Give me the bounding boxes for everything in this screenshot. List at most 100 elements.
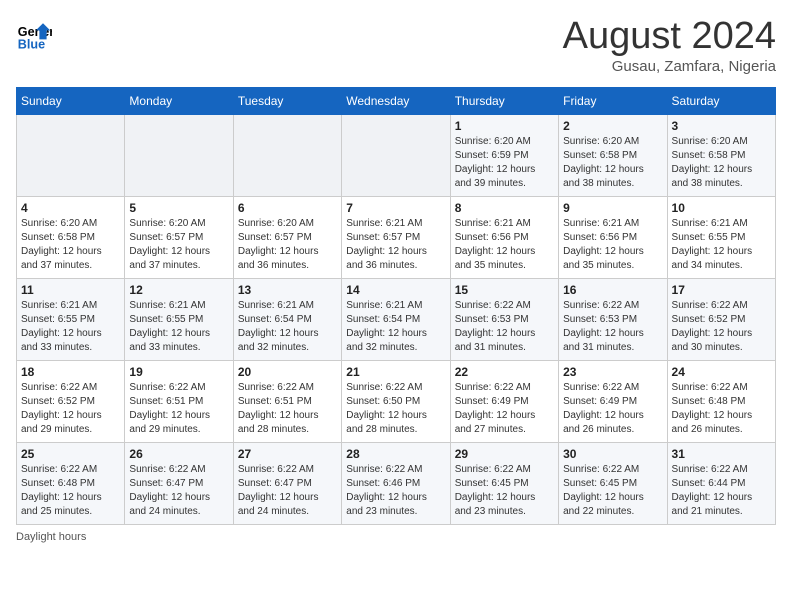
footer-label: Daylight hours [16, 531, 86, 543]
day-info: Sunrise: 6:20 AMSunset: 6:58 PMDaylight:… [672, 135, 771, 191]
calendar-cell: 3Sunrise: 6:20 AMSunset: 6:58 PMDaylight… [667, 114, 775, 196]
day-info: Sunrise: 6:21 AMSunset: 6:56 PMDaylight:… [455, 217, 554, 273]
calendar-cell: 25 Sunrise: 6:22 AMSunset: 6:48 PMDayligh… [17, 442, 125, 524]
day-number: 8 [455, 201, 554, 215]
svg-text:Blue: Blue [18, 37, 45, 51]
calendar-cell: 19Sunrise: 6:22 AMSunset: 6:51 PMDayligh… [125, 360, 233, 442]
calendar-cell: 29Sunrise: 6:22 AMSunset: 6:45 PMDayligh… [450, 442, 558, 524]
weekday-header: Saturday [667, 87, 775, 114]
day-number: 18 [21, 365, 120, 379]
footer: Daylight hours [16, 531, 776, 543]
day-info: Sunrise: 6:22 AMSunset: 6:47 PMDaylight:… [238, 463, 337, 519]
calendar-cell: 12 Sunrise: 6:21 AMSunset: 6:55 PMDayligh… [125, 278, 233, 360]
calendar-cell: 30Sunrise: 6:22 AMSunset: 6:45 PMDayligh… [559, 442, 667, 524]
weekday-header: Sunday [17, 87, 125, 114]
calendar-cell [125, 114, 233, 196]
day-number: 2 [563, 119, 662, 133]
day-info: Sunrise: 6:22 AMSunset: 6:48 PMDaylight:… [21, 463, 120, 519]
day-number: 21 [346, 365, 445, 379]
day-info: Sunrise: 6:21 AMSunset: 6:55 PMDaylight:… [672, 217, 771, 273]
location: Gusau, Zamfara, Nigeria [563, 58, 776, 75]
calendar-cell: 7 Sunrise: 6:21 AMSunset: 6:57 PMDaylight… [342, 196, 450, 278]
calendar-cell: 20Sunrise: 6:22 AMSunset: 6:51 PMDayligh… [233, 360, 341, 442]
day-info: Sunrise: 6:22 AMSunset: 6:53 PMDaylight:… [455, 299, 554, 355]
calendar-cell: 4 Sunrise: 6:20 AMSunset: 6:58 PMDaylight… [17, 196, 125, 278]
day-info: Sunrise: 6:22 AMSunset: 6:49 PMDaylight:… [563, 381, 662, 437]
day-info: Sunrise: 6:21 AMSunset: 6:54 PMDaylight:… [238, 299, 337, 355]
day-number: 12 [129, 283, 228, 297]
day-info: Sunrise: 6:21 AMSunset: 6:54 PMDaylight:… [346, 299, 445, 355]
weekday-header: Wednesday [342, 87, 450, 114]
calendar-week-row: 4 Sunrise: 6:20 AMSunset: 6:58 PMDaylight… [17, 196, 776, 278]
logo-icon: General Blue [16, 16, 52, 52]
calendar-week-row: 11 Sunrise: 6:21 AMSunset: 6:55 PMDayligh… [17, 278, 776, 360]
day-info: Sunrise: 6:20 AMSunset: 6:57 PMDaylight:… [238, 217, 337, 273]
day-number: 25 [21, 447, 120, 461]
calendar-cell: 6 Sunrise: 6:20 AMSunset: 6:57 PMDaylight… [233, 196, 341, 278]
day-number: 14 [346, 283, 445, 297]
calendar-cell: 14 Sunrise: 6:21 AMSunset: 6:54 PMDayligh… [342, 278, 450, 360]
day-number: 19 [129, 365, 228, 379]
page-header: General Blue August 2024 Gusau, Zamfara,… [16, 16, 776, 75]
day-info: Sunrise: 6:21 AMSunset: 6:55 PMDaylight:… [129, 299, 228, 355]
day-number: 24 [672, 365, 771, 379]
day-info: Sunrise: 6:21 AMSunset: 6:56 PMDaylight:… [563, 217, 662, 273]
day-number: 29 [455, 447, 554, 461]
day-info: Sunrise: 6:20 AMSunset: 6:59 PMDaylight:… [455, 135, 554, 191]
calendar-cell: 10 Sunrise: 6:21 AMSunset: 6:55 PMDayligh… [667, 196, 775, 278]
day-info: Sunrise: 6:20 AMSunset: 6:58 PMDaylight:… [563, 135, 662, 191]
day-number: 6 [238, 201, 337, 215]
day-info: Sunrise: 6:22 AMSunset: 6:46 PMDaylight:… [346, 463, 445, 519]
day-info: Sunrise: 6:22 AMSunset: 6:50 PMDaylight:… [346, 381, 445, 437]
calendar-cell: 28 Sunrise: 6:22 AMSunset: 6:46 PMDayligh… [342, 442, 450, 524]
calendar-cell: 13Sunrise: 6:21 AMSunset: 6:54 PMDayligh… [233, 278, 341, 360]
calendar-week-row: 18Sunrise: 6:22 AMSunset: 6:52 PMDayligh… [17, 360, 776, 442]
day-info: Sunrise: 6:20 AMSunset: 6:57 PMDaylight:… [129, 217, 228, 273]
calendar-cell: 21 Sunrise: 6:22 AMSunset: 6:50 PMDayligh… [342, 360, 450, 442]
day-number: 28 [346, 447, 445, 461]
day-number: 31 [672, 447, 771, 461]
calendar-week-row: 1Sunrise: 6:20 AMSunset: 6:59 PMDaylight… [17, 114, 776, 196]
calendar-cell [233, 114, 341, 196]
day-number: 22 [455, 365, 554, 379]
calendar-cell: 5Sunrise: 6:20 AMSunset: 6:57 PMDaylight… [125, 196, 233, 278]
calendar-cell: 22 Sunrise: 6:22 AMSunset: 6:49 PMDayligh… [450, 360, 558, 442]
day-number: 10 [672, 201, 771, 215]
day-info: Sunrise: 6:20 AMSunset: 6:58 PMDaylight:… [21, 217, 120, 273]
day-number: 16 [563, 283, 662, 297]
day-number: 7 [346, 201, 445, 215]
day-info: Sunrise: 6:21 AMSunset: 6:55 PMDaylight:… [21, 299, 120, 355]
day-number: 20 [238, 365, 337, 379]
calendar-cell: 23 Sunrise: 6:22 AMSunset: 6:49 PMDayligh… [559, 360, 667, 442]
calendar-week-row: 25 Sunrise: 6:22 AMSunset: 6:48 PMDayligh… [17, 442, 776, 524]
calendar-cell: 26Sunrise: 6:22 AMSunset: 6:47 PMDayligh… [125, 442, 233, 524]
day-info: Sunrise: 6:22 AMSunset: 6:47 PMDaylight:… [129, 463, 228, 519]
weekday-header: Friday [559, 87, 667, 114]
calendar-cell: 18Sunrise: 6:22 AMSunset: 6:52 PMDayligh… [17, 360, 125, 442]
day-number: 23 [563, 365, 662, 379]
calendar-cell: 9Sunrise: 6:21 AMSunset: 6:56 PMDaylight… [559, 196, 667, 278]
calendar-cell: 15 Sunrise: 6:22 AMSunset: 6:53 PMDayligh… [450, 278, 558, 360]
calendar-cell [342, 114, 450, 196]
day-number: 4 [21, 201, 120, 215]
day-number: 30 [563, 447, 662, 461]
day-number: 17 [672, 283, 771, 297]
calendar-cell: 24Sunrise: 6:22 AMSunset: 6:48 PMDayligh… [667, 360, 775, 442]
month-title: August 2024 [563, 16, 776, 58]
calendar-cell: 11 Sunrise: 6:21 AMSunset: 6:55 PMDayligh… [17, 278, 125, 360]
weekday-header: Tuesday [233, 87, 341, 114]
day-info: Sunrise: 6:22 AMSunset: 6:52 PMDaylight:… [672, 299, 771, 355]
day-number: 11 [21, 283, 120, 297]
day-info: Sunrise: 6:22 AMSunset: 6:49 PMDaylight:… [455, 381, 554, 437]
calendar-cell: 1Sunrise: 6:20 AMSunset: 6:59 PMDaylight… [450, 114, 558, 196]
weekday-header: Thursday [450, 87, 558, 114]
calendar-cell: 27Sunrise: 6:22 AMSunset: 6:47 PMDayligh… [233, 442, 341, 524]
day-info: Sunrise: 6:22 AMSunset: 6:53 PMDaylight:… [563, 299, 662, 355]
day-info: Sunrise: 6:21 AMSunset: 6:57 PMDaylight:… [346, 217, 445, 273]
calendar-table: SundayMondayTuesdayWednesdayThursdayFrid… [16, 87, 776, 525]
day-number: 15 [455, 283, 554, 297]
calendar-cell [17, 114, 125, 196]
logo: General Blue [16, 16, 52, 52]
title-block: August 2024 Gusau, Zamfara, Nigeria [563, 16, 776, 75]
day-info: Sunrise: 6:22 AMSunset: 6:44 PMDaylight:… [672, 463, 771, 519]
